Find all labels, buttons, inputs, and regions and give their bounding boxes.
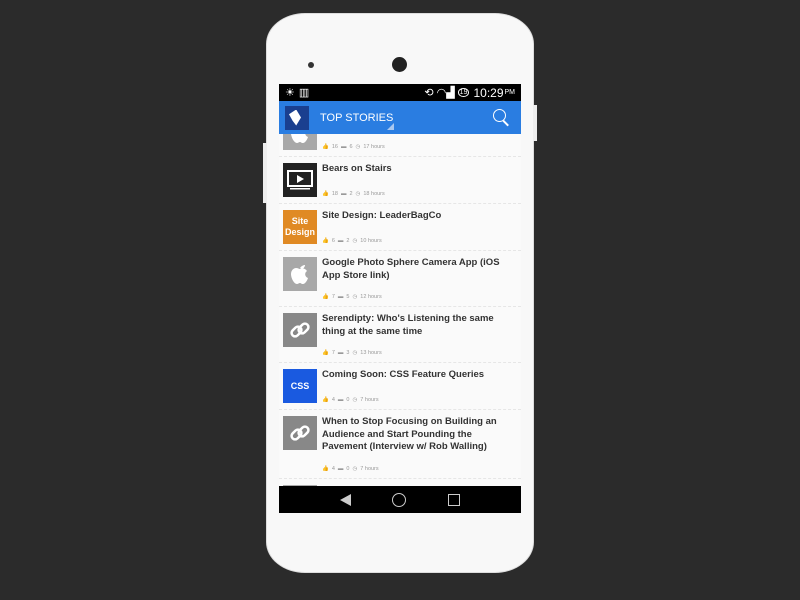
story-age: 12 hours xyxy=(360,294,382,300)
speaker xyxy=(308,62,314,68)
app-bar: TOP STORIES xyxy=(279,101,521,134)
thumbs-up-icon: 👍 xyxy=(322,465,329,472)
story-title[interactable]: Coming Soon: CSS Feature Queries xyxy=(322,369,517,382)
story-meta: 👍 16 ▬ 6 ◷ 17 hours xyxy=(322,134,517,150)
comment-count: 0 xyxy=(346,397,350,403)
story-meta: 👍 7 ▬ 5 ◷ 12 hours xyxy=(322,282,517,300)
rotate-icon: ⟲ xyxy=(424,87,434,99)
story-item[interactable]: CSS Coming Soon: CSS Feature Queries 👍 4 ▬ 0 ◷… xyxy=(279,363,521,410)
apple-icon xyxy=(283,257,317,291)
story-meta: 👍 7 ▬ 3 ◷ 13 hours xyxy=(322,338,517,356)
nav-bar xyxy=(279,486,521,513)
thumbs-up-icon: 👍 xyxy=(322,294,329,300)
story-age: 17 hours xyxy=(363,144,385,150)
like-count: 7 xyxy=(331,294,335,300)
comment-count: 2 xyxy=(346,238,350,244)
story-item[interactable]: Bears on Stairs 👍 18 ▬ 2 ◷ 18 hours xyxy=(279,157,521,204)
thumbs-up-icon: 👍 xyxy=(322,238,329,244)
story-thumbnail: Site Design xyxy=(283,210,317,244)
link-icon xyxy=(283,313,317,347)
story-thumbnail: CSS xyxy=(283,369,317,403)
story-meta: 👍 6 ▬ 2 ◷ 10 hours xyxy=(322,226,517,244)
clock-icon: ◷ xyxy=(352,350,358,356)
story-age: 10 hours xyxy=(360,238,382,244)
story-item[interactable]: Steve Jobs Speech Easter Egg on Your Mac xyxy=(279,478,521,486)
barcode-icon: ▥ xyxy=(298,87,310,99)
front-camera xyxy=(392,57,407,72)
power-button xyxy=(263,143,267,203)
story-item[interactable]: Site Design Site Design: LeaderBagCo 👍 6 ▬ 2 ◷… xyxy=(279,204,521,251)
comment-icon: ▬ xyxy=(337,238,344,244)
story-title[interactable]: Serendipty: Who's Listening the same thi… xyxy=(322,313,517,338)
story-age: 7 hours xyxy=(360,465,379,472)
like-count: 4 xyxy=(331,397,335,403)
story-item[interactable]: 👍 16 ▬ 6 ◷ 17 hours xyxy=(279,134,521,157)
comment-count: 3 xyxy=(346,350,350,356)
story-item[interactable]: When to Stop Focusing on Building an Aud… xyxy=(279,410,521,479)
volume-button xyxy=(533,105,537,141)
thumbs-up-icon: 👍 xyxy=(322,350,329,356)
link-icon xyxy=(283,416,317,450)
thumbs-up-icon: 👍 xyxy=(322,191,329,197)
thumbs-up-icon: 👍 xyxy=(322,144,329,150)
like-count: 16 xyxy=(331,144,338,150)
signal-icon: ▟ xyxy=(446,87,455,99)
comment-count: 6 xyxy=(349,144,353,150)
battery-level: 19 xyxy=(457,88,470,97)
comment-icon: ▬ xyxy=(337,397,344,403)
story-title[interactable]: Site Design: LeaderBagCo xyxy=(322,210,517,223)
story-meta: 👍 18 ▬ 2 ◷ 18 hours xyxy=(322,179,517,197)
story-age: 18 hours xyxy=(363,191,385,197)
recent-apps-icon[interactable] xyxy=(448,493,461,506)
dropdown-indicator-icon xyxy=(387,123,394,130)
story-item[interactable]: Serendipty: Who's Listening the same thi… xyxy=(279,307,521,363)
comment-icon: ▬ xyxy=(337,350,344,356)
like-count: 4 xyxy=(331,465,335,472)
clock-icon: ◷ xyxy=(352,294,358,300)
wifi-icon: ◠ xyxy=(436,87,447,99)
story-title[interactable]: When to Stop Focusing on Building an Aud… xyxy=(322,416,517,454)
app-logo[interactable] xyxy=(285,105,309,130)
back-icon[interactable] xyxy=(339,493,351,506)
screen: ☀ ▥ ⟲ ◠ ▟ 19 10:29 PM TOP STORIES 👍 16 ▬ 6 ◷… xyxy=(279,84,521,513)
status-bar: ☀ ▥ ⟲ ◠ ▟ 19 10:29 PM xyxy=(279,84,521,101)
clock: 10:29 xyxy=(473,85,504,100)
like-count: 18 xyxy=(331,191,338,197)
clock-icon: ◷ xyxy=(355,191,361,197)
clock-icon: ◷ xyxy=(352,238,358,244)
clock-icon: ◷ xyxy=(352,397,358,403)
clock-ampm: PM xyxy=(504,89,516,96)
comment-icon: ▬ xyxy=(337,465,344,472)
comment-count: 0 xyxy=(346,465,350,472)
apple-icon xyxy=(283,134,317,150)
video-icon xyxy=(283,163,317,197)
story-title[interactable]: Bears on Stairs xyxy=(322,163,517,176)
section-title[interactable]: TOP STORIES xyxy=(320,112,493,124)
story-list[interactable]: 👍 16 ▬ 6 ◷ 17 hours Bears on Stairs 👍 18 ▬ 2 ◷ 18 ho… xyxy=(279,134,521,486)
story-item[interactable]: Google Photo Sphere Camera App (iOS App … xyxy=(279,251,521,307)
brightness-icon: ☀ xyxy=(285,87,295,99)
home-icon[interactable] xyxy=(392,492,407,507)
story-meta: 👍 4 ▬ 0 ◷ 7 hours xyxy=(322,454,517,472)
clock-icon: ◷ xyxy=(355,144,361,150)
comment-count: 5 xyxy=(346,294,350,300)
story-meta: 👍 4 ▬ 0 ◷ 7 hours xyxy=(322,385,517,403)
comment-icon: ▬ xyxy=(337,294,344,300)
thumbs-up-icon: 👍 xyxy=(322,397,329,403)
like-count: 7 xyxy=(331,350,335,356)
story-age: 13 hours xyxy=(360,350,382,356)
like-count: 6 xyxy=(331,238,335,244)
clock-icon: ◷ xyxy=(352,465,358,472)
comment-icon: ▬ xyxy=(340,144,347,150)
comment-icon: ▬ xyxy=(340,191,347,197)
search-icon[interactable] xyxy=(493,108,511,127)
comment-count: 2 xyxy=(349,191,353,197)
story-title[interactable]: Google Photo Sphere Camera App (iOS App … xyxy=(322,257,517,282)
story-age: 7 hours xyxy=(360,397,379,403)
